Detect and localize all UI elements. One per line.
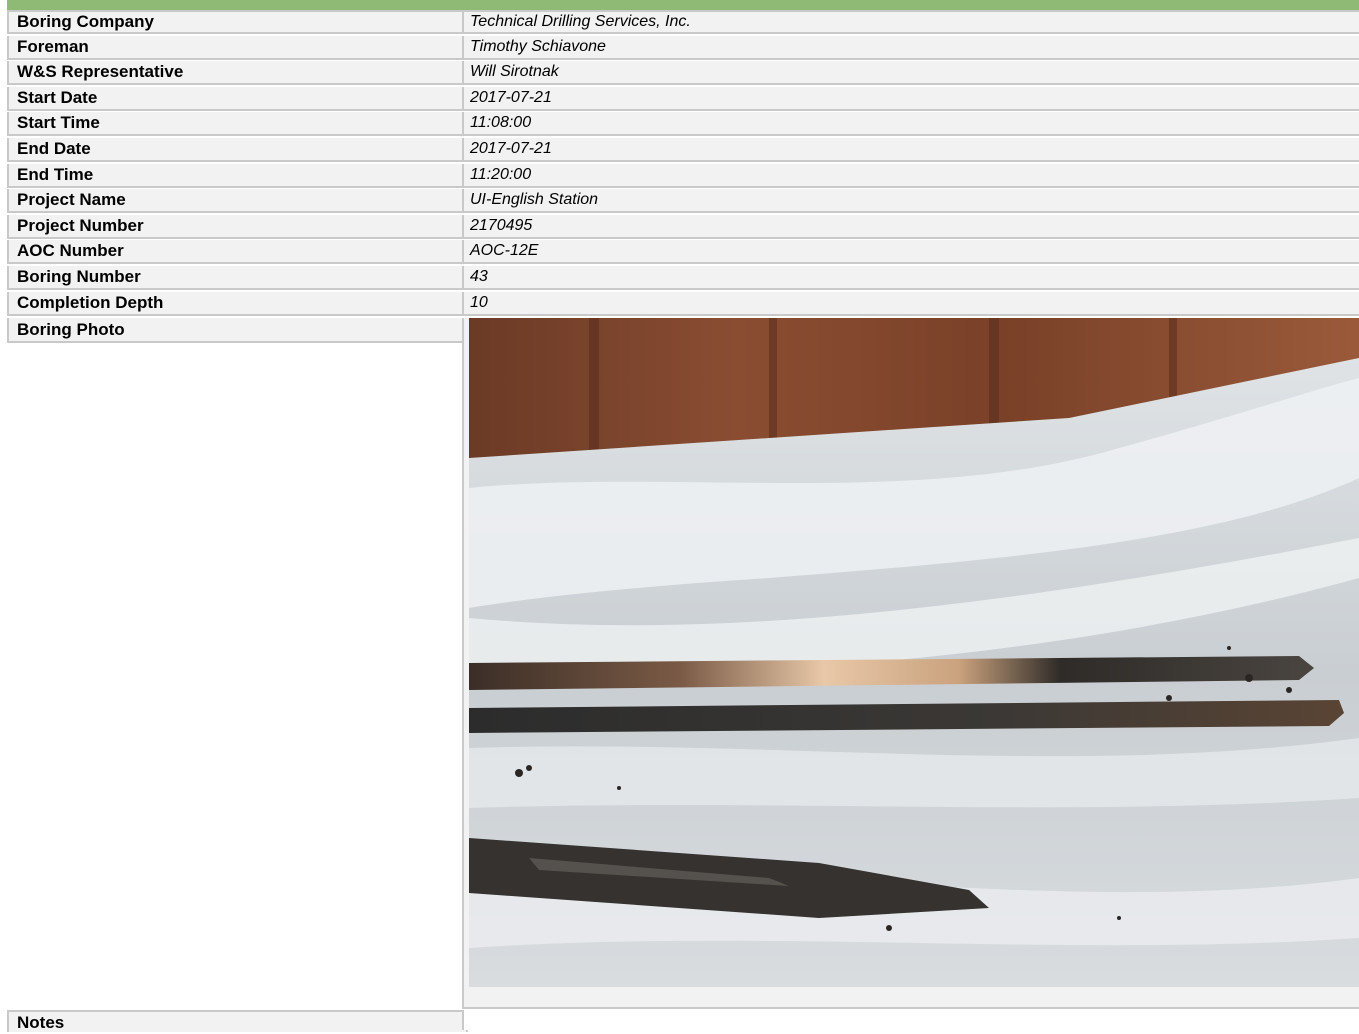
field-label: End Time bbox=[7, 163, 468, 188]
field-label: W&S Representative bbox=[7, 61, 468, 86]
field-row: End Time 11:20:00 bbox=[7, 163, 1359, 190]
field-value: 10 bbox=[462, 291, 1359, 316]
field-row: W&S Representative Will Sirotnak bbox=[7, 61, 1359, 87]
field-label: Completion Depth bbox=[7, 291, 468, 316]
field-label: Start Date bbox=[7, 86, 468, 111]
field-value: 43 bbox=[462, 265, 1359, 290]
field-label: Start Time bbox=[7, 112, 468, 137]
field-label: Project Name bbox=[7, 189, 468, 214]
field-label: End Date bbox=[7, 137, 468, 162]
boring-photo bbox=[469, 318, 1359, 987]
field-row: Project Name UI-English Station bbox=[7, 189, 1359, 215]
field-value: Will Sirotnak bbox=[462, 61, 1359, 86]
field-label: Boring Number bbox=[7, 265, 468, 290]
field-row: Boring Company Technical Drilling Servic… bbox=[7, 10, 1359, 36]
header-bar bbox=[7, 0, 1359, 10]
field-label: Boring Company bbox=[7, 10, 468, 34]
field-value: 11:20:00 bbox=[462, 163, 1359, 188]
field-value: 2017-07-21 bbox=[462, 86, 1359, 111]
field-row: Foreman Timothy Schiavone bbox=[7, 35, 1359, 62]
field-row: Completion Depth 10 bbox=[7, 291, 1359, 318]
field-row: AOC Number AOC-12E bbox=[7, 240, 1359, 266]
field-value: Timothy Schiavone bbox=[462, 35, 1359, 60]
field-value: Technical Drilling Services, Inc. bbox=[462, 10, 1359, 34]
field-label: AOC Number bbox=[7, 240, 468, 265]
field-row: End Date 2017-07-21 bbox=[7, 137, 1359, 164]
field-row: Start Date 2017-07-21 bbox=[7, 86, 1359, 113]
field-row: Start Time 11:08:00 bbox=[7, 112, 1359, 138]
field-label: Project Number bbox=[7, 214, 468, 239]
field-value: 11:08:00 bbox=[462, 112, 1359, 137]
field-row: Project Number 2170495 bbox=[7, 214, 1359, 241]
field-value: 2017-07-21 bbox=[462, 137, 1359, 162]
field-row: Boring Number 43 bbox=[7, 265, 1359, 292]
notes-value bbox=[462, 1010, 1359, 1030]
boring-photo-image bbox=[469, 318, 1359, 987]
field-value: UI-English Station bbox=[462, 189, 1359, 214]
field-value: 2170495 bbox=[462, 214, 1359, 239]
boring-photo-label: Boring Photo bbox=[7, 318, 468, 343]
field-table: Boring Company Technical Drilling Servic… bbox=[7, 10, 1359, 317]
field-label: Foreman bbox=[7, 35, 468, 60]
field-value: AOC-12E bbox=[462, 240, 1359, 265]
